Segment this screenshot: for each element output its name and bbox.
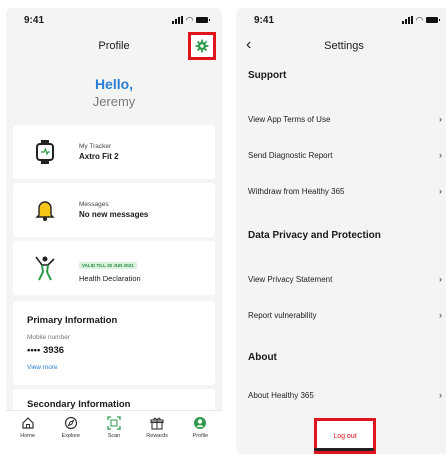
status-bar: 9:41 ◠ [236,8,446,32]
settings-item-label: Send Diagnostic Report [248,150,333,160]
health-declaration-card[interactable]: VALID TILL 30 JUN 2021 Health Declaratio… [13,241,215,295]
bottom-tab-bar: Home Explore Scan Rewards Profile [6,410,222,454]
settings-item-about[interactable]: About Healthy 365 › [248,390,442,400]
tracker-card[interactable]: My Tracker Axtro Fit 2 [13,125,215,179]
health-declaration-label: Health Declaration [79,273,141,283]
home-indicator [314,448,374,451]
logout-button[interactable]: Log out [333,433,356,440]
tab-profile[interactable]: Profile [181,416,219,454]
tab-profile-label: Profile [192,433,209,439]
chevron-right-icon: › [439,114,442,124]
messages-label: Messages [79,201,109,208]
compass-icon [64,416,77,430]
settings-item-withdraw[interactable]: Withdraw from Healthy 365 › [248,186,442,196]
settings-screen: 9:41 ◠ ‹ Settings Support View App Terms… [236,8,446,454]
status-bar: 9:41 ◠ [6,8,222,32]
validity-badge: VALID TILL 30 JUN 2021 [79,261,137,269]
greeting-text: Hello, [94,76,134,92]
wifi-icon: ◠ [416,15,423,25]
privacy-section-title: Data Privacy and Protection [248,230,381,241]
support-section-title: Support [248,70,287,81]
settings-item-label: Withdraw from Healthy 365 [248,186,345,196]
status-icons: ◠ [402,15,440,25]
tracker-value: Axtro Fit 2 [79,152,119,161]
mobile-number-label: Mobile number [27,334,70,341]
primary-information-title: Primary Information [27,315,118,326]
chevron-right-icon: › [439,150,442,160]
tab-scan[interactable]: Scan [95,416,133,454]
home-icon [21,417,34,429]
primary-information-card: Primary Information Mobile number •••• 3… [13,301,215,385]
tab-rewards-label: Rewards [146,433,168,439]
settings-item-label: View Privacy Statement [248,274,333,284]
tab-scan-label: Scan [107,433,121,439]
chevron-right-icon: › [439,310,442,320]
chevron-right-icon: › [439,274,442,284]
user-name: Jeremy [92,94,136,109]
page-title: Settings [324,40,364,52]
profile-screen: 9:41 ◠ Profile Hello, Jeremy My Tracker … [6,8,222,454]
messages-value: No new messages [79,210,149,219]
tab-explore-label: Explore [61,433,81,439]
secondary-information-title: Secondary Information [27,399,131,410]
settings-item-label: Report vulnerability [248,310,317,320]
settings-navbar: ‹ Settings [236,32,446,60]
about-section-title: About [248,352,277,363]
settings-item-label: About Healthy 365 [248,390,314,400]
gear-icon [195,39,209,53]
profile-navbar: Profile [6,32,222,60]
status-time: 9:41 [254,14,275,26]
scan-icon [107,416,121,430]
page-title: Profile [98,40,130,52]
gift-icon [150,417,164,430]
status-icons: ◠ [172,15,210,25]
settings-item-privacy-statement[interactable]: View Privacy Statement › [248,274,442,284]
profile-icon [194,417,207,429]
bell-icon [33,198,57,222]
mobile-number-value: •••• 3936 [27,345,65,356]
tracker-label: My Tracker [79,143,112,150]
settings-item-terms[interactable]: View App Terms of Use › [248,114,442,124]
tab-home[interactable]: Home [9,416,47,454]
wifi-icon: ◠ [186,15,193,25]
view-more-link[interactable]: View more [13,356,215,371]
battery-icon [426,17,440,23]
chevron-right-icon: › [439,390,442,400]
status-time: 9:41 [24,14,45,26]
back-button[interactable]: ‹ [246,36,251,54]
settings-item-diagnostic[interactable]: Send Diagnostic Report › [248,150,442,160]
tab-home-label: Home [20,433,35,439]
settings-item-label: View App Terms of Use [248,114,331,124]
watch-icon [33,140,57,164]
signal-icon [172,16,184,24]
battery-icon [196,17,210,23]
tab-explore[interactable]: Explore [52,416,90,454]
greeting: Hello, Jeremy [6,76,222,109]
settings-button[interactable] [188,32,216,60]
chevron-left-icon: ‹ [246,36,252,53]
chevron-right-icon: › [439,186,442,196]
signal-icon [402,16,414,24]
messages-card[interactable]: Messages No new messages [13,183,215,237]
person-stretch-icon [33,256,57,281]
settings-item-report-vulnerability[interactable]: Report vulnerability › [248,310,442,320]
tab-rewards[interactable]: Rewards [138,416,176,454]
